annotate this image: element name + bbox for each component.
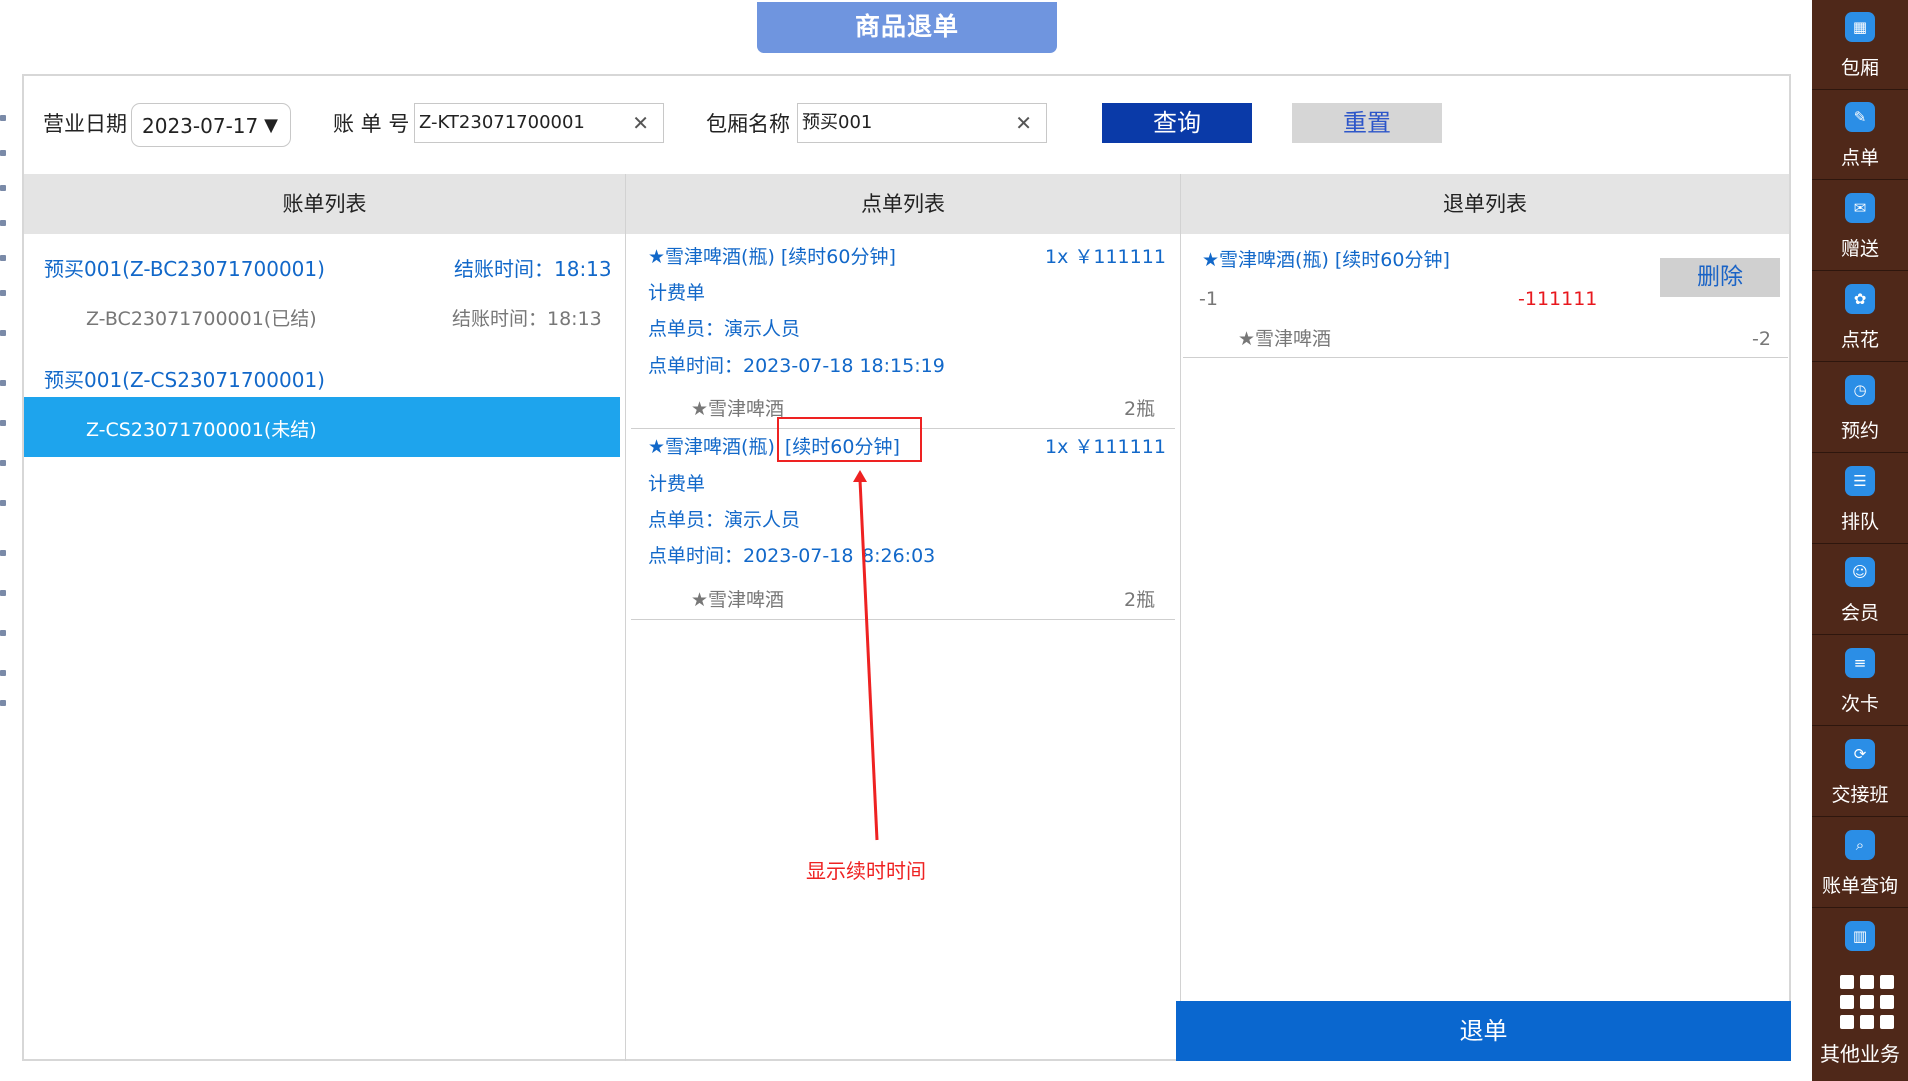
order-staff: 点单员：演示人员	[648, 318, 801, 340]
nav-bill-query[interactable]: ⌕ 账单查询	[1812, 818, 1908, 908]
refund-item-name[interactable]: ★雪津啤酒(瓶) [续时60分钟]	[1202, 247, 1450, 273]
order-list-header: 点单列表	[626, 174, 1180, 234]
row-divider	[1183, 357, 1788, 358]
bill-checkout-time: 结账时间：18:13	[454, 257, 612, 281]
room-name-label: 包厢名称	[706, 112, 790, 136]
nav-order[interactable]: ✎ 点单	[1812, 90, 1908, 180]
gift-icon: ✉	[1845, 193, 1875, 223]
shift-icon: ⟳	[1845, 739, 1875, 769]
refund-button[interactable]: 退单	[1176, 1001, 1791, 1061]
page-title: 商品退单	[757, 2, 1057, 53]
sub-bill-item[interactable]: Z-CS23071700001(未结)	[86, 417, 317, 443]
bill-title[interactable]: 预买001(Z-BC23071700001)	[44, 256, 325, 282]
order-item-name[interactable]: ★雪津啤酒(瓶) [续时60分钟]	[648, 244, 896, 270]
order-type: 计费单	[648, 282, 706, 304]
chevron-down-icon: ▼	[264, 115, 278, 136]
room-grid-icon: ▦	[1845, 12, 1875, 42]
refund-list-header: 退单列表	[1181, 174, 1789, 234]
column-divider	[625, 174, 626, 1061]
bill-number-input[interactable]: Z-KT23071700001 ✕	[414, 103, 664, 143]
member-icon: ☺	[1845, 557, 1875, 587]
clear-icon[interactable]: ✕	[632, 104, 649, 142]
bill-search-icon: ⌕	[1845, 830, 1875, 860]
order-time: 点单时间：2023-07-18 18:15:19	[648, 355, 945, 377]
nav-gift[interactable]: ✉ 赠送	[1812, 181, 1908, 271]
nav-report[interactable]: ▥	[1812, 909, 1908, 960]
sub-bill-time: 结账时间：18:13	[452, 308, 602, 330]
order-glass-icon: ✎	[1845, 102, 1875, 132]
annotation-text: 显示续时时间	[806, 859, 926, 883]
nav-reservation[interactable]: ◷ 预约	[1812, 363, 1908, 453]
queue-icon: ☰	[1845, 466, 1875, 496]
clear-icon[interactable]: ✕	[1015, 104, 1032, 142]
order-qty-price: 1x ￥111111	[1045, 246, 1166, 268]
date-label: 营业日期	[43, 112, 127, 136]
query-button[interactable]: 查询	[1102, 103, 1252, 143]
date-select[interactable]: 2023-07-17 ▼	[131, 103, 291, 147]
room-name-input[interactable]: 预买001 ✕	[797, 103, 1047, 143]
reservation-icon: ◷	[1845, 375, 1875, 405]
app-grid-icon	[1840, 975, 1894, 1029]
report-chart-icon: ▥	[1845, 921, 1875, 951]
nav-count-card[interactable]: ≡ 次卡	[1812, 636, 1908, 726]
nav-shift[interactable]: ⟳ 交接班	[1812, 727, 1908, 817]
nav-room[interactable]: ▦ 包厢	[1812, 0, 1908, 90]
nav-member[interactable]: ☺ 会员	[1812, 545, 1908, 635]
annotation-highlight-box	[777, 417, 922, 462]
bill-number-label: 账 单 号	[333, 112, 410, 136]
left-edge-strip	[0, 0, 18, 1081]
refund-sub-qty: -2	[1752, 328, 1771, 350]
refund-sub-item: ★雪津啤酒	[1238, 328, 1332, 350]
order-staff: 点单员：演示人员	[648, 509, 801, 531]
sub-bill-item[interactable]: Z-BC23071700001(已结)	[86, 306, 317, 332]
delete-button[interactable]: 删除	[1660, 258, 1780, 297]
flower-icon: ✿	[1845, 284, 1875, 314]
nav-flower[interactable]: ✿ 点花	[1812, 272, 1908, 362]
order-time: 点单时间：2023-07-18	[648, 545, 854, 567]
reset-button[interactable]: 重置	[1292, 103, 1442, 143]
order-type: 计费单	[648, 473, 706, 495]
annotation-arrow-icon	[853, 470, 879, 841]
refund-amount: -111111	[1518, 288, 1598, 310]
nav-queue[interactable]: ☰ 排队	[1812, 454, 1908, 544]
bill-list-header: 账单列表	[24, 174, 625, 234]
refund-qty: -1	[1199, 288, 1218, 310]
order-sub-qty: 2瓶	[1124, 589, 1156, 611]
date-value: 2023-07-17	[142, 114, 259, 138]
column-divider	[1180, 174, 1181, 1061]
bill-title[interactable]: 预买001(Z-CS23071700001)	[44, 367, 325, 393]
row-divider	[631, 619, 1175, 620]
order-sub-item: ★雪津啤酒	[691, 398, 785, 420]
order-sub-item: ★雪津啤酒	[691, 589, 785, 611]
other-business-button[interactable]: 其他业务	[1812, 960, 1908, 1081]
order-qty-price: 1x ￥111111	[1045, 436, 1166, 458]
card-icon: ≡	[1845, 648, 1875, 678]
order-sub-qty: 2瓶	[1124, 398, 1156, 420]
